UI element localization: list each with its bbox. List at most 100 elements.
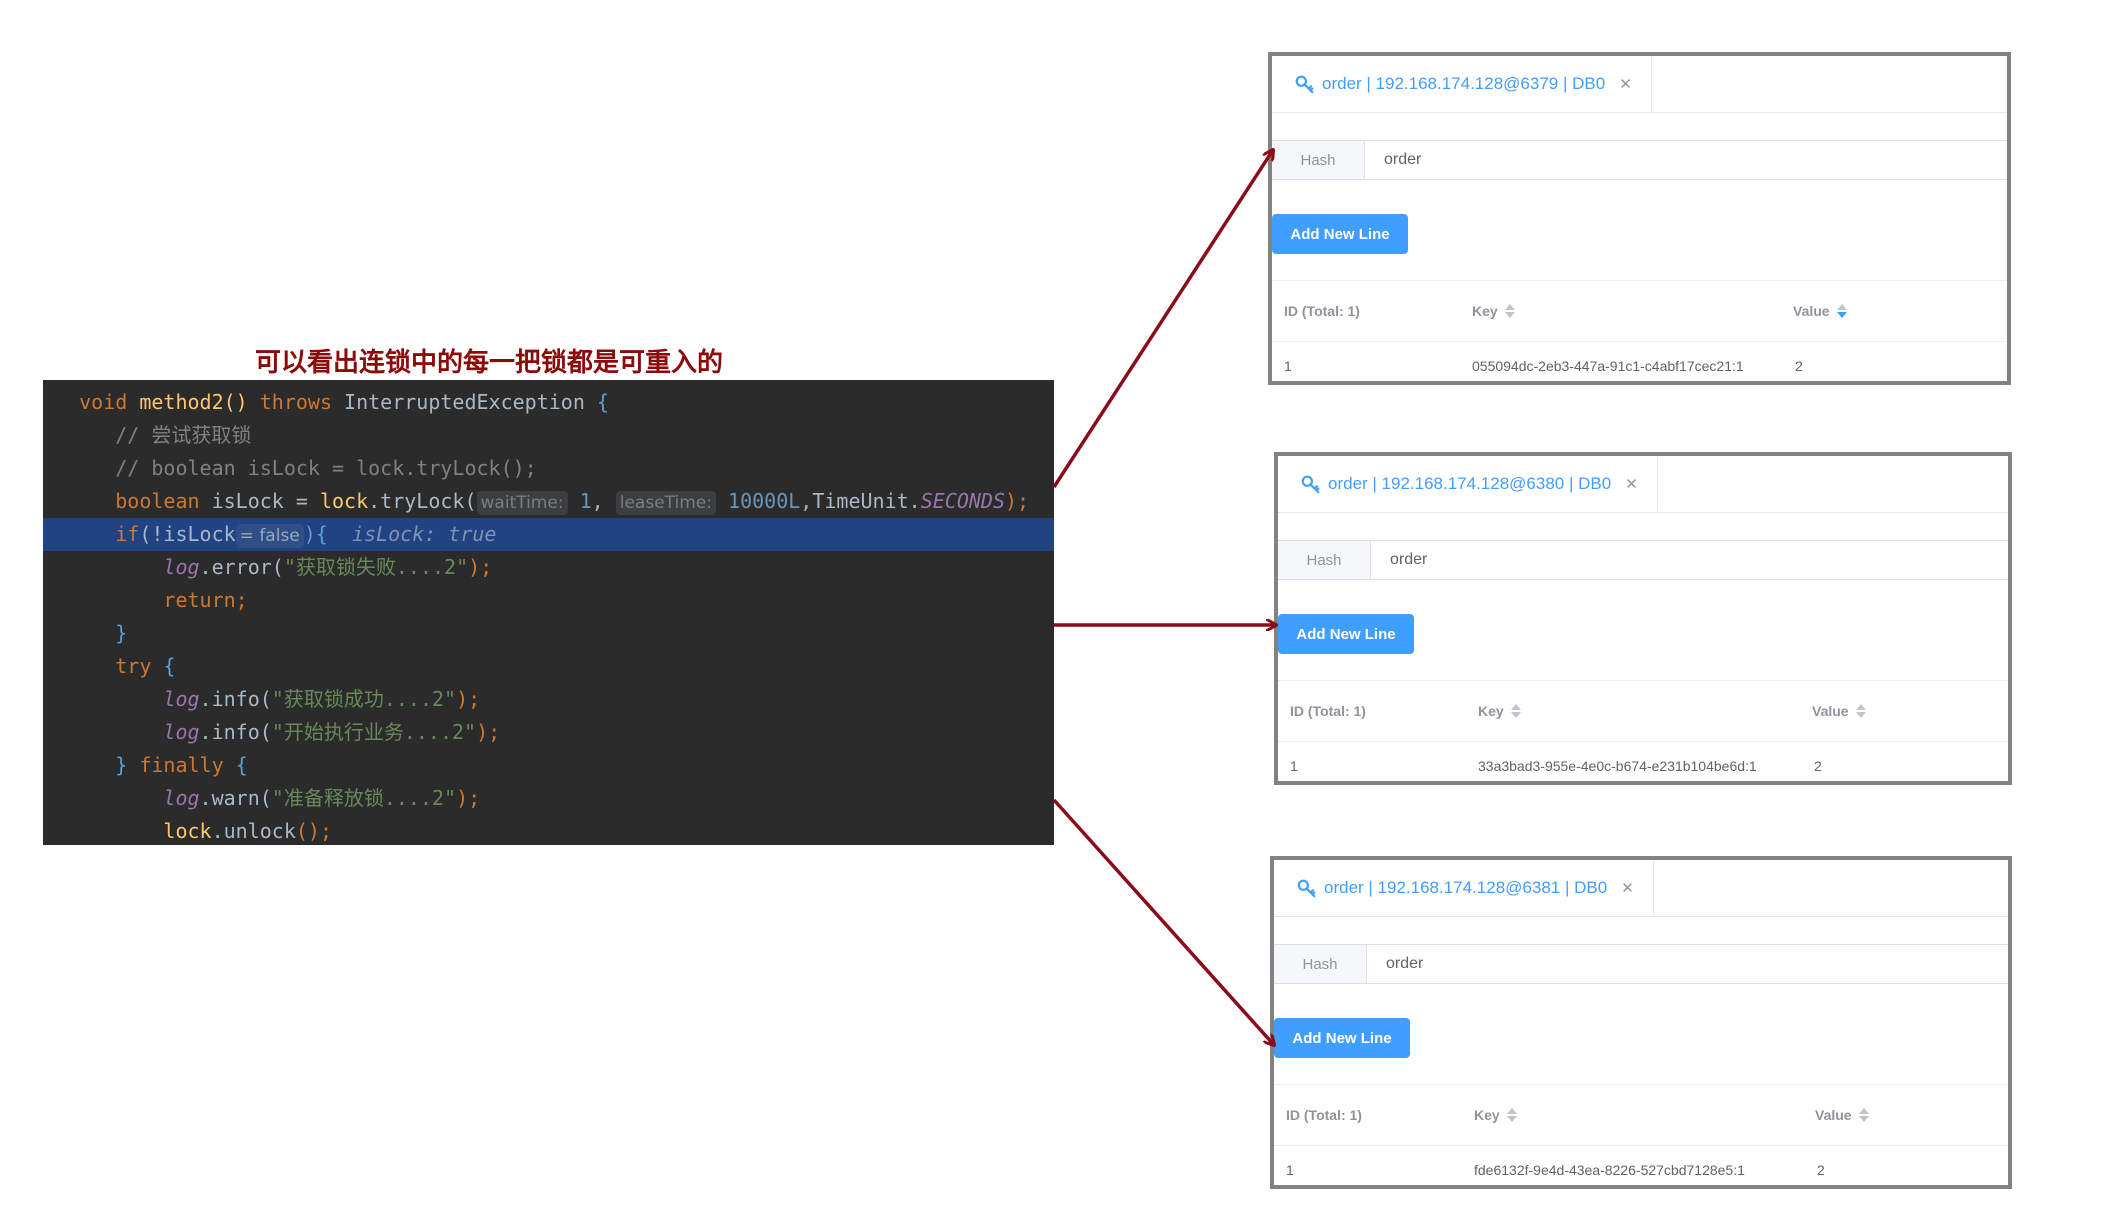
if-brace: ){ <box>303 522 328 546</box>
sort-icon[interactable] <box>1504 302 1516 320</box>
close-icon[interactable]: ✕ <box>1625 475 1638 493</box>
kw-boolean: boolean <box>115 489 200 513</box>
redis-panel-6379: order | 192.168.174.128@6379 | DB0 ✕ Has… <box>1268 52 2011 385</box>
open-brace: { <box>596 390 609 414</box>
table-row[interactable]: 1 33a3bad3-955e-4e0c-b674-e231b104be6d:1… <box>1278 741 2008 781</box>
column-id: ID (Total: 1) <box>1290 703 1366 719</box>
code-line-5-highlighted[interactable]: if(!isLock = false){ isLock: true <box>43 518 1054 551</box>
kw-void: void <box>79 390 128 414</box>
add-new-line-button[interactable]: Add New Line <box>1272 214 1408 254</box>
statement-end: ); <box>476 720 501 744</box>
cell-value: 2 <box>1817 1162 1825 1178</box>
timeunit: ,TimeUnit. <box>800 489 921 513</box>
log-method: .info( <box>199 687 272 711</box>
column-value[interactable]: Value <box>1812 681 1867 741</box>
exception-name: InterruptedException <box>332 390 597 414</box>
cell-value: 2 <box>1795 358 1803 374</box>
log-ref: log <box>163 720 200 744</box>
key-name-input[interactable]: order <box>1371 551 1427 569</box>
column-key-label: Key <box>1472 303 1498 319</box>
open-brace: { <box>223 753 248 777</box>
statement-end: ); <box>456 687 481 711</box>
tab-order-6381[interactable]: order | 192.168.174.128@6381 | DB0 ✕ <box>1274 860 1654 916</box>
key-icon <box>1297 879 1316 897</box>
close-icon[interactable]: ✕ <box>1619 75 1632 93</box>
key-info-row: Hash order <box>1272 140 2007 180</box>
column-value[interactable]: Value <box>1815 1085 1870 1145</box>
arrow-to-6381 <box>1052 798 1274 1045</box>
cell-id: 1 <box>1284 358 1292 374</box>
table-row[interactable]: 1 fde6132f-9e4d-43ea-8226-527cbd7128e5:1… <box>1274 1145 2008 1185</box>
column-key[interactable]: Key <box>1474 1085 1518 1145</box>
key-name-input[interactable]: order <box>1365 151 1421 169</box>
add-new-line-button[interactable]: Add New Line <box>1274 1018 1410 1058</box>
add-new-line-button[interactable]: Add New Line <box>1278 614 1414 654</box>
parens: () <box>223 390 260 414</box>
tab-order-6380[interactable]: order | 192.168.174.128@6380 | DB0 ✕ <box>1278 456 1658 512</box>
column-key-label: Key <box>1478 703 1504 719</box>
table-row[interactable]: 1 055094dc-2eb3-447a-91c1-c4abf17cec21:1… <box>1272 341 2007 381</box>
kw-finally: finally <box>139 753 224 777</box>
column-value-label: Value <box>1815 1107 1852 1123</box>
sort-icon[interactable] <box>1855 702 1867 720</box>
string-literal: "获取锁成功....2" <box>271 687 457 711</box>
sort-icon[interactable] <box>1836 302 1848 320</box>
log-method: .warn( <box>199 786 272 810</box>
code-line-13: log.warn("准备释放锁....2"); <box>43 782 1054 815</box>
table-header: ID (Total: 1) Key Value <box>1272 280 2007 342</box>
column-key[interactable]: Key <box>1472 281 1516 341</box>
tab-title: order | 192.168.174.128@6381 | DB0 <box>1324 877 1608 897</box>
code-line-2: // 尝试获取锁 <box>43 419 1054 452</box>
log-ref: log <box>163 687 200 711</box>
var-decl: isLock = <box>199 489 320 513</box>
tab-title: order | 192.168.174.128@6380 | DB0 <box>1328 473 1612 493</box>
arg-waittime: 1 <box>579 489 592 513</box>
log-ref: log <box>163 555 200 579</box>
kw-return: return <box>163 588 236 612</box>
code-line-9: try { <box>43 650 1054 683</box>
code-line-1: void method2() throws InterruptedExcepti… <box>43 386 1054 419</box>
column-value-label: Value <box>1793 303 1830 319</box>
condition: (!isLock <box>139 522 236 546</box>
code-line-11: log.info("开始执行业务....2"); <box>43 716 1054 749</box>
string-literal: "准备释放锁....2" <box>271 786 457 810</box>
column-value[interactable]: Value <box>1793 281 1848 341</box>
close-brace: } <box>115 621 128 645</box>
arrow-to-6379 <box>1052 150 1273 488</box>
cell-key: 055094dc-2eb3-447a-91c1-c4abf17cec21:1 <box>1472 358 1744 374</box>
log-ref: log <box>163 786 200 810</box>
string-literal: "获取锁失败....2" <box>283 555 469 579</box>
comment: // 尝试获取锁 <box>115 423 252 447</box>
caption-title: 可以看出连锁中的每一把锁都是可重入的 <box>255 348 724 378</box>
key-type-label: Hash <box>1274 945 1367 983</box>
column-key[interactable]: Key <box>1478 681 1522 741</box>
code-line-4: boolean isLock = lock.tryLock(waitTime: … <box>43 485 1054 518</box>
cell-key: 33a3bad3-955e-4e0c-b674-e231b104be6d:1 <box>1478 758 1757 774</box>
sort-icon[interactable] <box>1510 702 1522 720</box>
lock-ref: lock <box>319 489 369 513</box>
tab-bar: order | 192.168.174.128@6379 | DB0 ✕ <box>1272 56 2007 113</box>
key-name-input[interactable]: order <box>1367 955 1423 973</box>
enum-seconds: SECONDS <box>920 489 1006 513</box>
code-line-14: lock.unlock(); <box>43 815 1054 845</box>
lock-ref: lock <box>163 819 212 843</box>
code-editor: void method2() throws InterruptedExcepti… <box>43 380 1054 845</box>
close-icon[interactable]: ✕ <box>1621 879 1634 897</box>
string-literal: "开始执行业务....2" <box>271 720 477 744</box>
statement-end: ; <box>235 588 248 612</box>
cell-key: fde6132f-9e4d-43ea-8226-527cbd7128e5:1 <box>1474 1162 1745 1178</box>
code-line-3: // boolean isLock = lock.tryLock(); <box>43 452 1054 485</box>
code-line-8: } <box>43 617 1054 650</box>
key-info-row: Hash order <box>1278 540 2008 580</box>
sort-icon[interactable] <box>1506 1106 1518 1124</box>
code-line-12: } finally { <box>43 749 1054 782</box>
kw-try: try <box>115 654 152 678</box>
statement-end: ); <box>456 786 481 810</box>
tab-order-6379[interactable]: order | 192.168.174.128@6379 | DB0 ✕ <box>1272 56 1652 112</box>
unlock-call: .unlock <box>211 819 296 843</box>
cell-id: 1 <box>1290 758 1298 774</box>
sort-icon[interactable] <box>1858 1106 1870 1124</box>
redis-panel-6381: order | 192.168.174.128@6381 | DB0 ✕ Has… <box>1270 856 2012 1189</box>
kw-throws: throws <box>259 390 333 414</box>
arg-leasetime: 10000L <box>728 489 801 513</box>
